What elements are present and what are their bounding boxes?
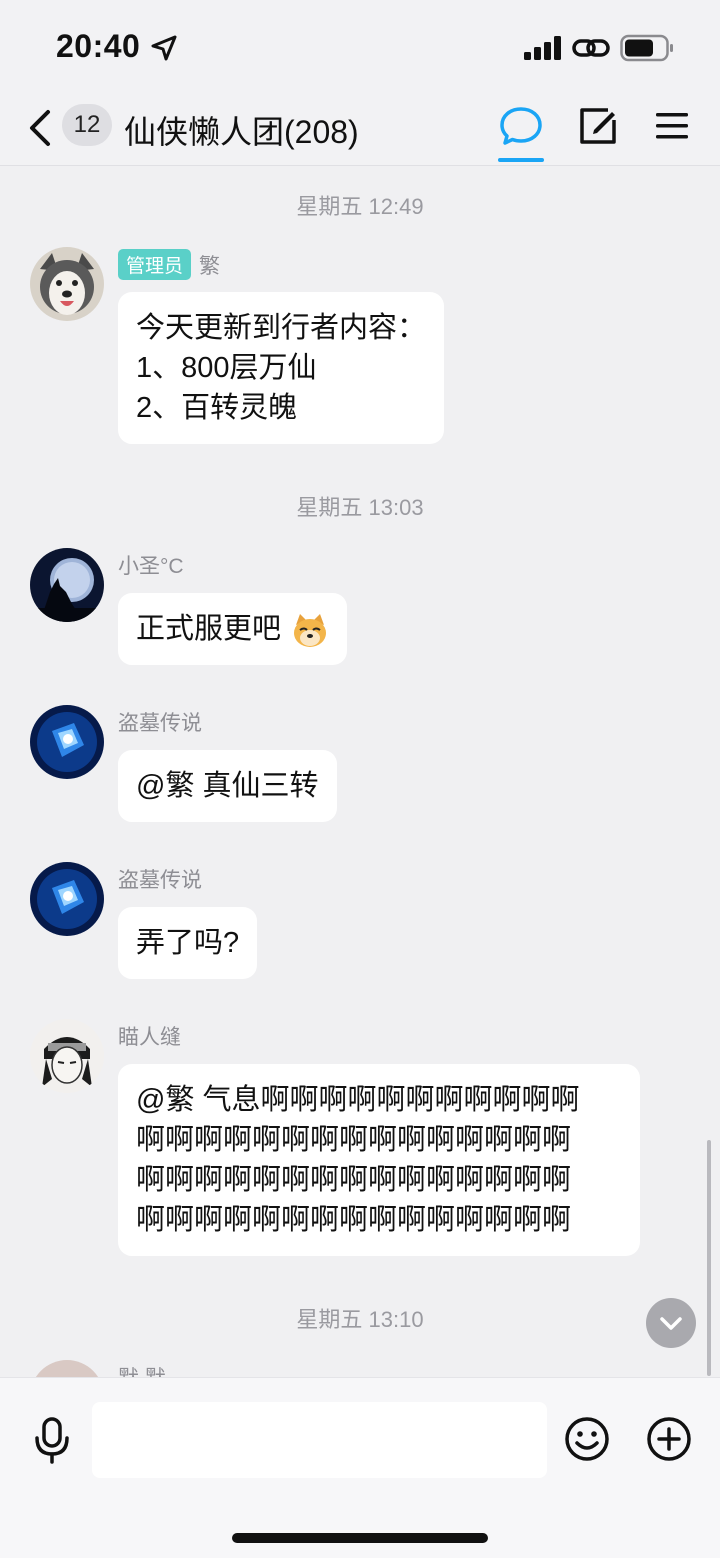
emoji-icon[interactable] xyxy=(564,1416,610,1462)
message-bubble[interactable]: 今天更新到行者内容： 1、800层万仙 2、百转灵魄 xyxy=(118,292,445,444)
avatar[interactable] xyxy=(30,247,104,321)
edit-icon[interactable] xyxy=(578,106,618,146)
avatar[interactable] xyxy=(30,548,104,622)
message-line: 啊啊啊啊啊啊啊啊啊啊啊啊啊啊啊 xyxy=(136,1204,572,1236)
location-arrow-icon xyxy=(151,35,177,61)
message-line: @繁 气息啊啊啊啊啊啊啊啊啊啊啊 xyxy=(136,1084,580,1116)
sender-row: 小圣°C xyxy=(118,550,184,580)
sender-row: 管理员 繁 xyxy=(118,249,220,280)
time-separator: 星期五 13:10 xyxy=(296,1307,424,1332)
chevron-down-icon xyxy=(660,1317,682,1330)
sender-row: 默 默 xyxy=(118,1362,166,1377)
chat-title[interactable]: 仙侠懒人团(208) xyxy=(124,107,359,153)
doge-emoji-icon xyxy=(294,614,327,648)
scrollbar[interactable] xyxy=(707,1140,711,1376)
chat-bubble-icon[interactable] xyxy=(498,104,544,150)
sender-name[interactable]: 小圣°C xyxy=(118,550,184,580)
scroll-to-bottom-button[interactable] xyxy=(646,1298,696,1348)
avatar[interactable] xyxy=(30,862,104,936)
message-line: 2、百转灵魄 xyxy=(136,392,298,424)
message-line: 啊啊啊啊啊啊啊啊啊啊啊啊啊啊啊 xyxy=(136,1164,572,1196)
message-line: 啊啊啊啊啊啊啊啊啊啊啊啊啊啊啊 xyxy=(136,1124,572,1156)
sender-name[interactable]: 繁 xyxy=(199,250,220,280)
sender-name[interactable]: 盗墓传说 xyxy=(118,707,202,737)
message-bubble[interactable]: @繁 真仙三转 xyxy=(118,750,337,822)
sender-name[interactable]: 瞄人缝 xyxy=(118,1021,181,1051)
input-bar xyxy=(0,1377,720,1558)
status-time: 20:40 xyxy=(56,28,141,64)
avatar[interactable] xyxy=(30,1360,104,1377)
time-separator: 星期五 12:49 xyxy=(296,194,424,219)
microphone-icon[interactable] xyxy=(32,1416,72,1464)
sender-row: 盗墓传说 xyxy=(118,707,202,737)
unread-count-badge[interactable]: 12 xyxy=(62,104,112,146)
sender-row: 盗墓传说 xyxy=(118,864,202,894)
signal-strength-icon xyxy=(524,36,561,60)
status-bar: 20:40 xyxy=(0,0,720,96)
admin-badge: 管理员 xyxy=(118,249,192,280)
menu-icon[interactable] xyxy=(654,110,690,142)
message-text: @繁 真仙三转 xyxy=(136,770,319,802)
home-indicator xyxy=(232,1533,488,1543)
message-text: 弄了吗? xyxy=(136,927,240,959)
message-bubble[interactable]: 正式服更吧 xyxy=(118,593,348,666)
plus-icon[interactable] xyxy=(646,1416,692,1462)
message-input[interactable] xyxy=(92,1402,547,1478)
avatar[interactable] xyxy=(30,1019,104,1093)
personal-hotspot-icon xyxy=(572,39,610,57)
battery-icon xyxy=(620,34,673,62)
chat-header: 12 仙侠懒人团(208) xyxy=(0,96,720,166)
message-list[interactable]: 星期五 12:49 管理员 繁 今天更新到行者内容： 1、800层万仙 2、百转… xyxy=(0,167,720,1377)
message-line: 今天更新到行者内容： xyxy=(136,312,427,344)
avatar[interactable] xyxy=(30,705,104,779)
message-bubble[interactable]: @繁 气息啊啊啊啊啊啊啊啊啊啊啊 啊啊啊啊啊啊啊啊啊啊啊啊啊啊啊 啊啊啊啊啊啊啊… xyxy=(118,1064,640,1256)
message-bubble[interactable]: 弄了吗? xyxy=(118,907,258,979)
time-separator: 星期五 13:03 xyxy=(296,495,424,520)
message-text: 正式服更吧 xyxy=(136,613,282,645)
sender-name[interactable]: 默 默 xyxy=(118,1362,166,1377)
sender-name[interactable]: 盗墓传说 xyxy=(118,864,202,894)
message-line: 1、800层万仙 xyxy=(136,352,317,384)
back-button[interactable] xyxy=(22,106,58,150)
active-tab-indicator xyxy=(498,158,544,162)
sender-row: 瞄人缝 xyxy=(118,1021,181,1051)
